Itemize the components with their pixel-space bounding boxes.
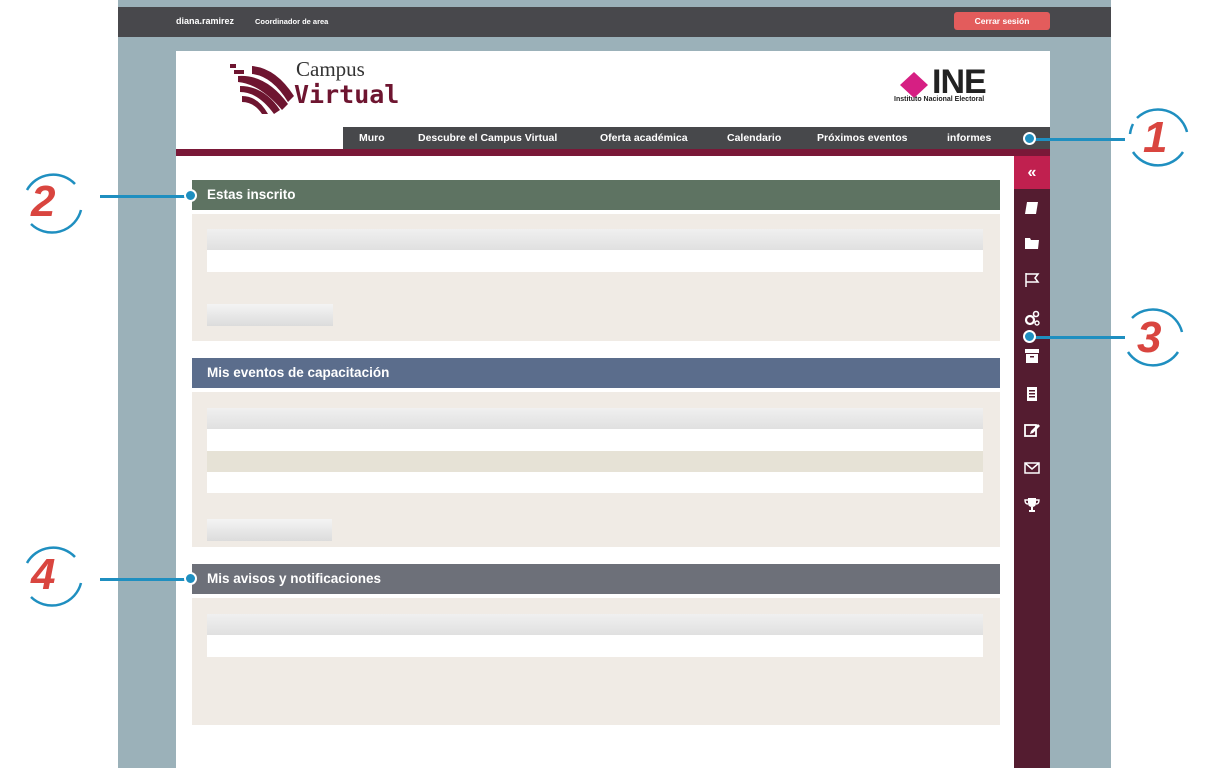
panel-header-notices: Mis avisos y notificaciones	[192, 564, 1000, 594]
book-icon[interactable]	[1023, 199, 1041, 217]
table-row	[207, 250, 983, 272]
table-row	[207, 429, 983, 451]
main-nav: Muro Descubre el Campus Virtual Oferta a…	[343, 127, 1050, 149]
panel-header-enrolled: Estas inscrito	[192, 180, 1000, 210]
callout-3-number: 3	[1137, 313, 1162, 362]
edit-icon[interactable]	[1023, 421, 1041, 439]
archive-icon[interactable]	[1023, 347, 1041, 365]
nav-item-calendario[interactable]: Calendario	[727, 132, 781, 144]
nav-item-proximos-eventos[interactable]: Próximos eventos	[817, 132, 907, 144]
gears-icon[interactable]	[1023, 310, 1041, 328]
callout-1-line	[1030, 138, 1125, 141]
callout-3-dot	[1023, 330, 1036, 343]
trophy-icon[interactable]	[1023, 496, 1041, 514]
table-row	[207, 451, 983, 472]
logout-button[interactable]: Cerrar sesión	[954, 12, 1050, 30]
accent-divider	[176, 149, 1050, 156]
document-icon[interactable]	[1023, 385, 1041, 403]
nav-item-muro[interactable]: Muro	[359, 132, 385, 144]
top-bar: diana.ramirez Coordinador de area Cerrar…	[118, 7, 1111, 37]
campus-logo-text-bottom: Virtual	[294, 80, 400, 109]
nav-item-descubre[interactable]: Descubre el Campus Virtual	[418, 132, 557, 144]
nav-item-informes[interactable]: informes	[947, 132, 991, 144]
table-header-row	[207, 614, 983, 635]
campus-logo-text-top: Campus	[296, 57, 365, 81]
table-row	[207, 472, 983, 493]
flag-icon[interactable]	[1023, 271, 1041, 289]
pagination-button[interactable]	[207, 519, 332, 541]
dock-collapse-button[interactable]: «	[1014, 156, 1050, 189]
panel-header-events: Mis eventos de capacitación	[192, 358, 1000, 388]
user-name: diana.ramirez	[176, 16, 235, 26]
callout-1-dot	[1023, 132, 1036, 145]
callout-2-dot	[184, 189, 197, 202]
callout-4-dot	[184, 572, 197, 585]
callout-2-line	[100, 195, 195, 198]
callout-1-number: 1	[1143, 113, 1168, 162]
screenshot-stage: diana.ramirez Coordinador de area Cerrar…	[0, 0, 1209, 768]
table-row	[207, 635, 983, 657]
ine-logo-subtitle: Instituto Nacional Electoral	[894, 96, 985, 103]
callout-4-number: 4	[31, 550, 56, 599]
user-role: Coordinador de area	[255, 17, 329, 26]
callout-3-line	[1030, 336, 1125, 339]
callout-2-number: 2	[31, 177, 56, 226]
folder-icon[interactable]	[1023, 234, 1041, 252]
table-header-row	[207, 229, 983, 250]
ine-logo-text: INE	[932, 63, 987, 101]
pagination-button[interactable]	[207, 304, 333, 326]
callout-4-line	[100, 578, 195, 581]
nav-item-oferta[interactable]: Oferta académica	[600, 132, 688, 144]
mail-icon[interactable]	[1023, 459, 1041, 477]
table-header-row	[207, 408, 983, 429]
